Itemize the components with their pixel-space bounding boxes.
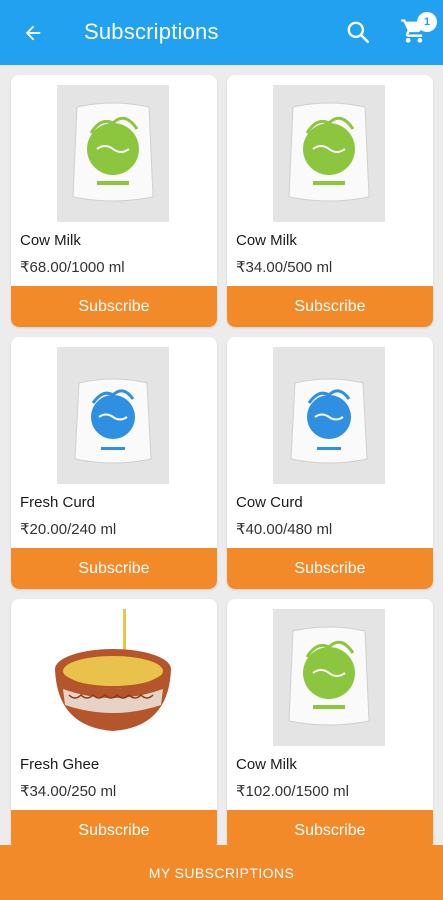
curd-pouch-image xyxy=(57,347,169,484)
milk-pouch-image xyxy=(273,85,385,222)
subscribe-button[interactable]: Subscribe xyxy=(227,548,433,589)
ghee-bowl-image xyxy=(43,609,183,746)
my-subscriptions-button[interactable]: MY SUBSCRIPTIONS xyxy=(0,845,443,900)
back-arrow-icon[interactable] xyxy=(18,18,48,48)
product-name: Fresh Curd xyxy=(20,494,96,511)
product-price: ₹102.00/1500 ml xyxy=(236,783,349,800)
product-price: ₹68.00/1000 ml xyxy=(20,259,125,276)
subscribe-button[interactable]: Subscribe xyxy=(227,286,433,327)
product-name: Cow Milk xyxy=(20,232,81,249)
page-title: Subscriptions xyxy=(84,19,219,44)
product-card[interactable]: Cow Milk ₹102.00/1500 ml Subscribe xyxy=(227,599,433,845)
product-price: ₹20.00/240 ml xyxy=(20,521,117,538)
subscribe-button[interactable]: Subscribe xyxy=(11,810,217,845)
product-name: Cow Milk xyxy=(236,232,297,249)
product-card[interactable]: Cow Milk ₹68.00/1000 ml Subscribe xyxy=(11,75,217,327)
product-card[interactable]: Cow Milk ₹34.00/500 ml Subscribe xyxy=(227,75,433,327)
product-name: Cow Milk xyxy=(236,756,297,773)
product-grid: Cow Milk ₹68.00/1000 ml Subscribe Cow Mi… xyxy=(0,65,443,845)
milk-pouch-image xyxy=(57,85,169,222)
product-name: Cow Curd xyxy=(236,494,303,511)
subscribe-button[interactable]: Subscribe xyxy=(11,286,217,327)
search-icon[interactable] xyxy=(345,19,373,47)
subscribe-button[interactable]: Subscribe xyxy=(227,810,433,845)
product-price: ₹34.00/250 ml xyxy=(20,783,117,800)
milk-pouch-image xyxy=(273,609,385,746)
cart-count-badge: 1 xyxy=(417,12,437,32)
product-card[interactable]: Fresh Curd ₹20.00/240 ml Subscribe xyxy=(11,337,217,589)
product-name: Fresh Ghee xyxy=(20,756,100,773)
curd-pouch-image xyxy=(273,347,385,484)
product-price: ₹40.00/480 ml xyxy=(236,521,333,538)
app-bar: Subscriptions 1 xyxy=(0,0,443,65)
product-card[interactable]: Cow Curd ₹40.00/480 ml Subscribe xyxy=(227,337,433,589)
product-price: ₹34.00/500 ml xyxy=(236,259,333,276)
product-card[interactable]: Fresh Ghee ₹34.00/250 ml Subscribe xyxy=(11,599,217,845)
subscribe-button[interactable]: Subscribe xyxy=(11,548,217,589)
